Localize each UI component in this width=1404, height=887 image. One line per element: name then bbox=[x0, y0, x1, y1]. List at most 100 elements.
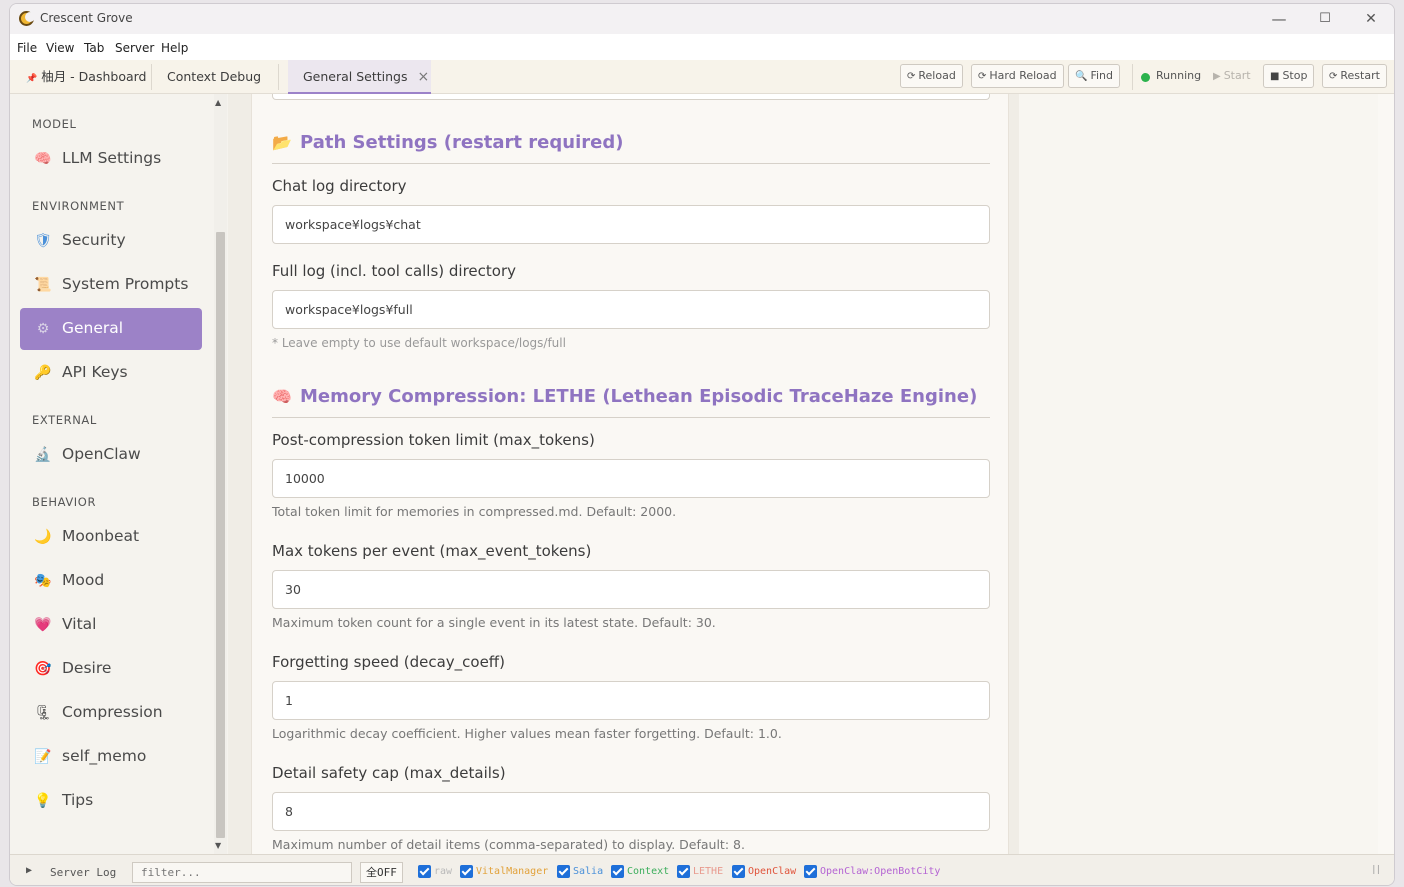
filter-raw-checkbox[interactable]: raw bbox=[418, 865, 452, 879]
app-title: Crescent Grove bbox=[40, 11, 133, 25]
toolbar-separator bbox=[1132, 64, 1133, 90]
max-details-label: Detail safety cap (max_details) bbox=[272, 764, 506, 782]
tab-close-icon[interactable]: × bbox=[418, 69, 430, 85]
restart-button[interactable]: ⟳ Restart bbox=[1322, 64, 1387, 88]
filter-salia-checkbox[interactable]: Salia bbox=[557, 865, 603, 879]
sidebar-item-compression[interactable]: 🗜 Compression bbox=[20, 692, 202, 734]
menu-tab[interactable]: Tab bbox=[84, 41, 104, 55]
tab-bar: 📌 柚月 - Dashboard Context Debug General S… bbox=[10, 60, 1394, 94]
max-details-help: Maximum number of detail items (comma-se… bbox=[272, 837, 745, 852]
maximize-button[interactable]: ☐ bbox=[1315, 9, 1335, 29]
menu-server[interactable]: Server bbox=[115, 41, 154, 55]
chat-log-label: Chat log directory bbox=[272, 177, 407, 195]
expand-toggle-icon[interactable]: ▶ bbox=[26, 865, 32, 876]
filter-label: Context bbox=[627, 866, 670, 877]
minimize-button[interactable]: — bbox=[1269, 9, 1289, 29]
clamp-icon: 🗜 bbox=[34, 705, 52, 721]
decay-coeff-input[interactable] bbox=[272, 681, 990, 720]
sidebar-item-label: General bbox=[62, 319, 124, 337]
tab-context-debug-label: Context Debug bbox=[167, 69, 262, 84]
chat-log-input[interactable] bbox=[272, 205, 990, 244]
tab-general-settings[interactable]: General Settings × bbox=[288, 60, 431, 94]
menu-view[interactable]: View bbox=[46, 41, 74, 55]
filter-lethe-checkbox[interactable]: LETHE bbox=[677, 865, 723, 879]
pause-icon[interactable]: || bbox=[1371, 865, 1381, 875]
sidebar-item-moonbeat[interactable]: 🌙 Moonbeat bbox=[20, 516, 202, 558]
path-settings-title: 📂 Path Settings (restart required) bbox=[272, 132, 623, 153]
sidebar-item-mood[interactable]: 🎭 Mood bbox=[20, 560, 202, 602]
pin-icon: 📌 bbox=[26, 74, 38, 84]
settings-sidebar: MODEL 🧠 LLM Settings ENVIRONMENT 🛡 Secur… bbox=[10, 94, 228, 854]
sidebar-item-security[interactable]: 🛡 Security bbox=[20, 220, 202, 262]
sidebar-item-vital[interactable]: 💗 Vital bbox=[20, 604, 202, 646]
server-status: Running bbox=[1156, 69, 1202, 82]
app-window: Crescent Grove — ☐ ✕ File View Tab Serve… bbox=[9, 3, 1395, 886]
full-log-note: * Leave empty to use default workspace/l… bbox=[272, 336, 566, 350]
sidebar-item-llm-settings[interactable]: 🧠 LLM Settings bbox=[20, 138, 202, 180]
memory-compression-title: 🧠 Memory Compression: LETHE (Lethean Epis… bbox=[272, 386, 977, 407]
right-empty-pane bbox=[1019, 94, 1378, 854]
sidebar-item-openclaw[interactable]: 🔬 OpenClaw bbox=[20, 434, 202, 476]
reload-label: Reload bbox=[918, 69, 956, 82]
sidebar-item-desire[interactable]: 🎯 Desire bbox=[20, 648, 202, 690]
filter-openclaw-openbotcity-checkbox[interactable]: OpenClaw:OpenBotCity bbox=[804, 865, 940, 879]
gear-icon: ⚙ bbox=[36, 321, 50, 337]
sidebar-item-label: Compression bbox=[62, 703, 163, 721]
target-icon: 🎯 bbox=[34, 661, 52, 677]
sidebar-item-general[interactable]: ⚙ General bbox=[20, 308, 202, 350]
sidebar-item-label: Security bbox=[62, 231, 126, 249]
start-button[interactable]: ▶ Start bbox=[1206, 64, 1258, 88]
max-tokens-input[interactable] bbox=[272, 459, 990, 498]
menu-bar: File View Tab Server Help bbox=[10, 34, 1394, 60]
tab-general-settings-label: General Settings bbox=[303, 69, 408, 84]
section-divider bbox=[272, 163, 990, 164]
filter-context-checkbox[interactable]: Context bbox=[611, 865, 669, 879]
max-details-input[interactable] bbox=[272, 792, 990, 831]
sidebar-scrollbar-thumb[interactable] bbox=[216, 232, 225, 838]
reload-button[interactable]: ⟳ Reload bbox=[900, 64, 963, 88]
checkbox-checked-icon bbox=[804, 865, 817, 878]
menu-file[interactable]: File bbox=[17, 41, 37, 55]
sidebar-item-system-prompts[interactable]: 📜 System Prompts bbox=[20, 264, 202, 306]
checkbox-checked-icon bbox=[418, 865, 431, 878]
stop-button[interactable]: ■ Stop bbox=[1263, 64, 1315, 88]
reload-icon: ⟳ bbox=[907, 71, 916, 82]
full-log-input[interactable] bbox=[272, 290, 990, 329]
filter-label: Salia bbox=[573, 866, 604, 877]
scroll-down-arrow-icon[interactable]: ▼ bbox=[215, 841, 221, 850]
checkbox-checked-icon bbox=[732, 865, 745, 878]
tab-context-debug[interactable]: Context Debug bbox=[167, 60, 277, 94]
brain-icon: 🧠 bbox=[272, 387, 292, 406]
max-event-tokens-input[interactable] bbox=[272, 570, 990, 609]
tab-dashboard[interactable]: 📌 柚月 - Dashboard bbox=[26, 60, 150, 94]
stop-icon: ■ bbox=[1270, 71, 1280, 82]
close-button[interactable]: ✕ bbox=[1361, 9, 1381, 29]
scroll-up-arrow-icon[interactable]: ▲ bbox=[215, 98, 221, 107]
sidebar-item-tips[interactable]: 💡 Tips bbox=[20, 780, 202, 822]
sidebar-item-self-memo[interactable]: 📝 self_memo bbox=[20, 736, 202, 778]
filter-label: OpenClaw:OpenBotCity bbox=[820, 866, 941, 877]
hard-reload-icon: ⟳ bbox=[978, 71, 987, 82]
hard-reload-button[interactable]: ⟳ Hard Reload bbox=[971, 64, 1064, 88]
filter-vitalmanager-checkbox[interactable]: VitalManager bbox=[460, 865, 548, 879]
restart-label: Restart bbox=[1340, 69, 1380, 82]
max-event-tokens-label: Max tokens per event (max_event_tokens) bbox=[272, 542, 592, 560]
sidebar-item-label: self_memo bbox=[62, 747, 147, 765]
search-icon: 🔍 bbox=[1075, 71, 1088, 82]
section-label-behavior: BEHAVIOR bbox=[32, 495, 97, 509]
tab-separator bbox=[151, 64, 152, 90]
log-filter-input[interactable] bbox=[132, 862, 352, 883]
memo-icon: 📝 bbox=[34, 749, 52, 765]
menu-help[interactable]: Help bbox=[161, 41, 188, 55]
find-button[interactable]: 🔍 Find bbox=[1068, 64, 1120, 88]
moon-icon: 🌙 bbox=[34, 529, 52, 545]
theater-masks-icon: 🎭 bbox=[34, 573, 52, 589]
sidebar-item-label: OpenClaw bbox=[62, 445, 141, 463]
start-label: Start bbox=[1223, 69, 1251, 82]
folder-icon: 📂 bbox=[272, 133, 292, 152]
sidebar-item-api-keys[interactable]: 🔑 API Keys bbox=[20, 352, 202, 394]
all-off-button[interactable]: 全OFF bbox=[360, 862, 403, 883]
filter-openclaw-checkbox[interactable]: OpenClaw bbox=[732, 865, 796, 879]
brain-icon: 🧠 bbox=[34, 151, 52, 167]
decay-coeff-help: Logarithmic decay coefficient. Higher va… bbox=[272, 726, 782, 741]
